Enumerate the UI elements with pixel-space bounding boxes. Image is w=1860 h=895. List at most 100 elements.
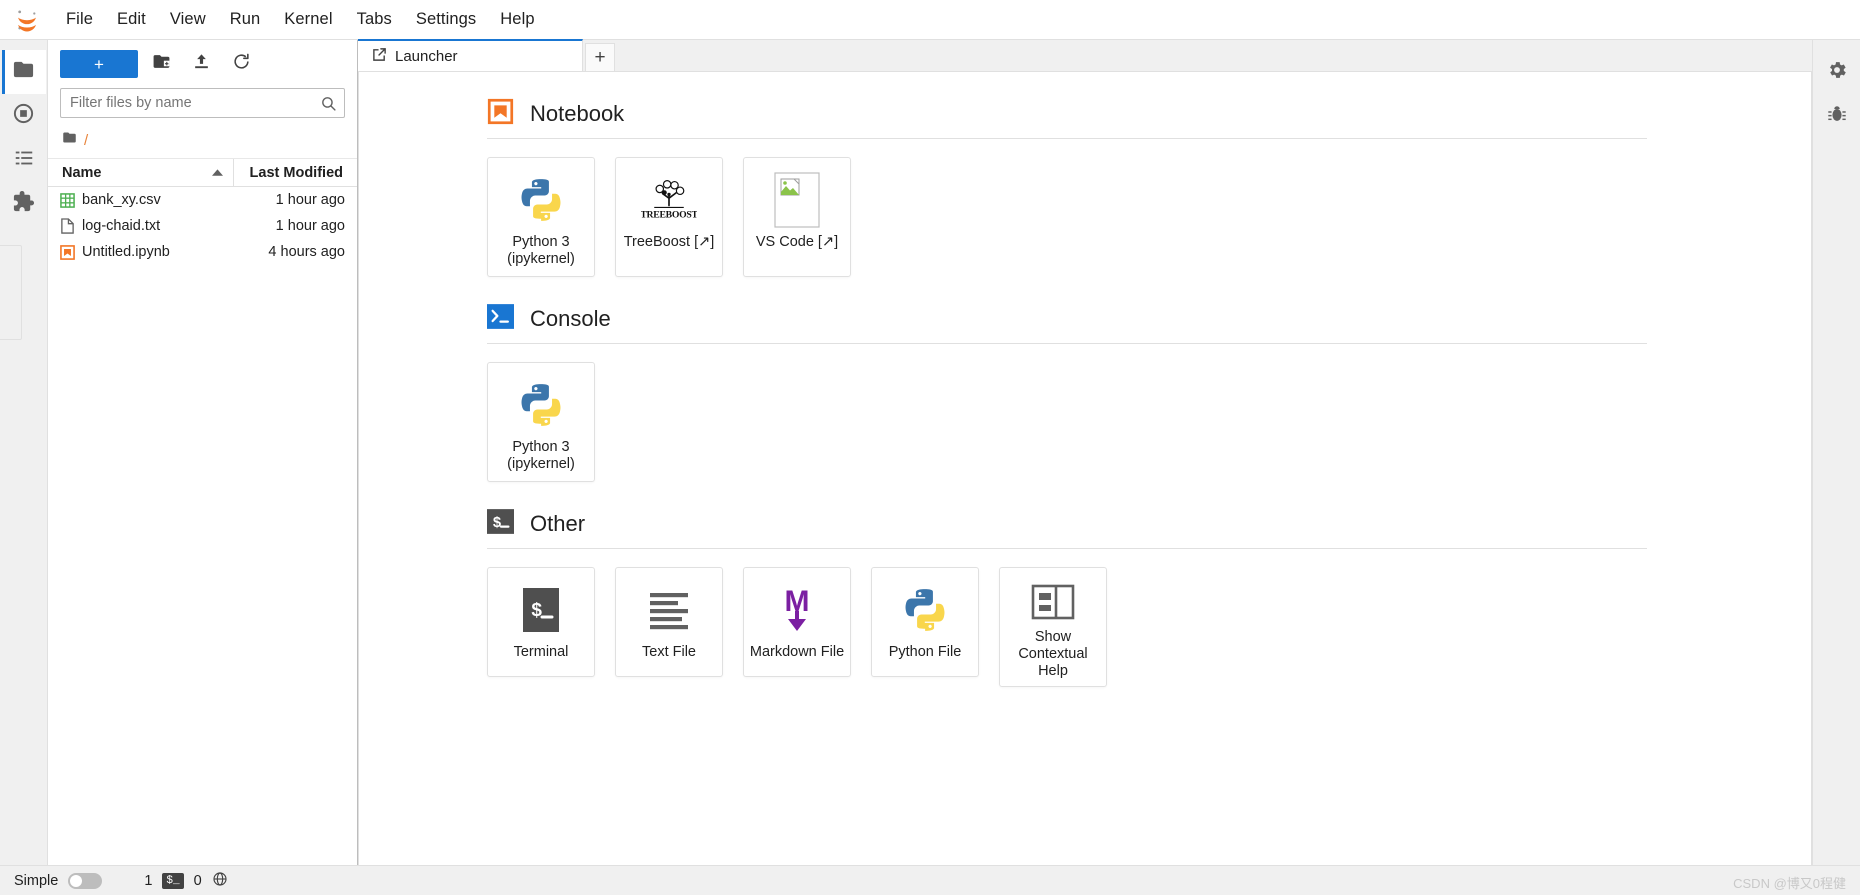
file-modified: 1 hour ago (275, 218, 345, 234)
breadcrumb-root-path[interactable]: / (84, 132, 88, 149)
broken-image-icon (773, 172, 821, 228)
menu-file[interactable]: File (54, 6, 105, 33)
launcher-card-text-file[interactable]: Text File (615, 567, 723, 677)
file-name: bank_xy.csv (82, 192, 161, 208)
main-dock-area: Launcher + Notebook Python 3 (ipykernel)… (358, 39, 1812, 865)
section-title-other: Other (530, 511, 586, 536)
refresh-icon (232, 52, 251, 76)
notebook-icon (48, 244, 78, 260)
simple-mode-label: Simple (14, 872, 59, 889)
jupyterlab-window: File Edit View Run Kernel Tabs Settings … (0, 0, 1860, 895)
search-input[interactable] (61, 89, 344, 117)
card-label: VS Code [↗] (755, 234, 839, 250)
launcher-cards-console: Python 3 (ipykernel) (487, 362, 1647, 482)
sidebar-tab-toc[interactable] (2, 138, 46, 182)
launcher-content: Notebook Python 3 (ipykernel) TREEBOOST … (487, 98, 1647, 687)
folder-icon (62, 130, 77, 150)
column-header-name[interactable]: Name (50, 165, 233, 181)
section-divider (487, 343, 1647, 344)
folder-icon (12, 58, 35, 86)
launcher-panel: Notebook Python 3 (ipykernel) TREEBOOST … (358, 72, 1812, 865)
menu-help[interactable]: Help (488, 6, 546, 33)
refresh-button[interactable] (224, 50, 258, 78)
new-tab-button[interactable]: + (585, 43, 615, 71)
running-terminals-icon (12, 102, 35, 130)
table-row[interactable]: Untitled.ipynb 4 hours ago (48, 239, 357, 265)
terminal-icon: $ (520, 582, 562, 638)
extension-puzzle-icon (12, 190, 35, 218)
kernels-count[interactable]: 0 (194, 873, 202, 889)
sidebar-tab-debugger[interactable] (1815, 94, 1859, 138)
card-label: Terminal (513, 644, 569, 660)
launcher-card-python3-notebook[interactable]: Python 3 (ipykernel) (487, 157, 595, 277)
column-header-last-modified[interactable]: Last Modified (233, 159, 355, 186)
file-filter-area (48, 84, 357, 126)
status-bar: Simple 1 $_ 0 CSDN @博又0程健 (0, 865, 1860, 895)
launcher-card-treeboost[interactable]: TREEBOOST TreeBoost [↗] (615, 157, 723, 277)
python-logo-icon (516, 172, 566, 228)
section-divider (487, 548, 1647, 549)
property-inspector-icon (1826, 59, 1848, 86)
sidebar-tab-running[interactable] (2, 94, 46, 138)
menu-kernel[interactable]: Kernel (272, 6, 344, 33)
sort-ascending-caret-icon (212, 165, 223, 181)
table-row[interactable]: bank_xy.csv 1 hour ago (48, 187, 357, 213)
upload-button[interactable] (184, 50, 218, 78)
globe-icon[interactable] (212, 871, 228, 891)
svg-text:$: $ (531, 600, 542, 622)
menu-edit[interactable]: Edit (105, 6, 158, 33)
table-of-contents-icon (13, 147, 35, 174)
launcher-card-contextual-help[interactable]: Show Contextual Help (999, 567, 1107, 687)
upload-icon (192, 52, 211, 76)
launcher-card-python-file[interactable]: Python File (871, 567, 979, 677)
spreadsheet-icon (48, 192, 78, 208)
simple-mode-toggle[interactable] (68, 872, 103, 889)
section-header-console: Console (487, 303, 1647, 343)
debugger-bug-icon (1826, 103, 1848, 130)
launcher-cards-notebook: Python 3 (ipykernel) TREEBOOST TreeBoost… (487, 157, 1647, 277)
tab-launcher-label: Launcher (395, 47, 458, 65)
menu-view[interactable]: View (158, 6, 218, 33)
markdown-icon: M (774, 582, 820, 638)
workspace: + Filter files by name / Name Last Modif… (0, 39, 1860, 865)
left-sidebar-rail (0, 40, 48, 865)
card-label: Show Contextual Help (1018, 628, 1088, 679)
card-label: TreeBoost [↗] (623, 234, 715, 250)
search-icon (320, 95, 337, 117)
launcher-card-python3-console[interactable]: Python 3 (ipykernel) (487, 362, 595, 482)
toggle-knob (70, 874, 83, 887)
sidebar-tab-extensions[interactable] (2, 182, 46, 226)
section-title-notebook: Notebook (530, 101, 625, 126)
menu-tabs[interactable]: Tabs (345, 6, 404, 33)
launcher-section-other: $ Other $ Terminal Text File M Markdown … (487, 508, 1647, 687)
breadcrumb[interactable]: / (48, 126, 357, 159)
menu-settings[interactable]: Settings (404, 6, 488, 33)
terminal-prompt-icon: $ (487, 508, 514, 540)
terminals-count[interactable]: 1 (144, 873, 152, 889)
notebook-bookmark-icon (487, 98, 514, 130)
new-folder-button[interactable] (144, 50, 178, 78)
new-folder-icon (152, 52, 171, 76)
file-name: log-chaid.txt (82, 218, 161, 234)
csdn-watermark: CSDN @博又0程健 (1733, 876, 1846, 891)
sidebar-tab-property-inspector[interactable] (1815, 50, 1859, 94)
launcher-section-console: Console Python 3 (ipykernel) (487, 303, 1647, 482)
new-launcher-button[interactable]: + (60, 50, 138, 78)
launcher-card-vscode[interactable]: VS Code [↗] (743, 157, 851, 277)
svg-text:$: $ (493, 516, 502, 532)
file-browser-toolbar: + (48, 40, 357, 84)
launcher-card-markdown-file[interactable]: M Markdown File (743, 567, 851, 677)
menu-run[interactable]: Run (218, 6, 273, 33)
launcher-card-terminal[interactable]: $ Terminal (487, 567, 595, 677)
launcher-section-notebook: Notebook Python 3 (ipykernel) TREEBOOST … (487, 98, 1647, 277)
filter-input-wrapper[interactable] (60, 88, 345, 118)
table-row[interactable]: log-chaid.txt 1 hour ago (48, 213, 357, 239)
tab-launcher[interactable]: Launcher (358, 39, 583, 71)
file-list: bank_xy.csv 1 hour ago log-chaid.txt 1 h… (48, 187, 357, 865)
sidebar-collapse-handle[interactable] (0, 245, 22, 340)
treeboost-logo-icon: TREEBOOST (641, 172, 697, 228)
sidebar-tab-file-browser[interactable] (1, 50, 46, 94)
card-label: Python 3 (ipykernel) (507, 439, 575, 473)
kernel-badge-icon: $_ (162, 872, 184, 889)
launcher-cards-other: $ Terminal Text File M Markdown File Pyt… (487, 567, 1647, 687)
